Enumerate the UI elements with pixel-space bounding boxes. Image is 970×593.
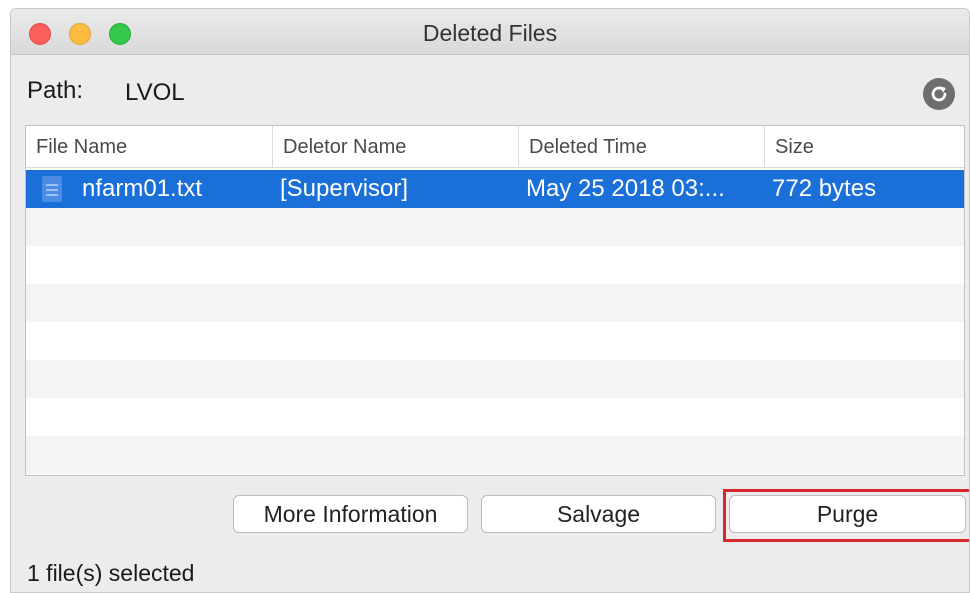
deleted-files-window: Deleted Files Path: LVOL File Name Delet… [10,8,970,593]
table-header: File Name Deletor Name Deleted Time Size [26,126,964,168]
empty-row [26,398,964,436]
title-bar[interactable]: Deleted Files [11,9,969,55]
window-title: Deleted Files [422,20,558,46]
cell-deletor-name: [Supervisor] [280,175,409,202]
column-header-file-name[interactable]: File Name [26,126,273,168]
column-header-size[interactable]: Size [765,126,964,168]
deleted-files-table[interactable]: File Name Deletor Name Deleted Time Size… [25,125,965,476]
cell-deleted-time: May 25 2018 03:... [526,175,725,202]
path-value: LVOL [125,79,185,106]
empty-row [26,284,964,322]
refresh-icon-glyph [931,86,947,102]
status-text: 1 file(s) selected [27,560,195,586]
cell-file-name: nfarm01.txt [82,175,203,202]
salvage-button[interactable]: Salvage [481,495,716,533]
empty-row [26,360,964,398]
empty-row [26,436,964,474]
path-label: Path: [27,77,84,104]
column-header-deleted-time[interactable]: Deleted Time [519,126,765,168]
document-icon [42,176,62,202]
table-row[interactable]: nfarm01.txt [Supervisor] May 25 2018 03:… [26,170,964,208]
cell-size: 772 bytes [772,175,877,202]
column-header-deletor-name[interactable]: Deletor Name [273,126,519,168]
purge-button[interactable]: Purge [729,495,966,533]
empty-row [26,246,964,284]
empty-row [26,208,964,246]
empty-row [26,322,964,360]
refresh-icon[interactable] [923,78,955,110]
more-information-button[interactable]: More Information [233,495,468,533]
